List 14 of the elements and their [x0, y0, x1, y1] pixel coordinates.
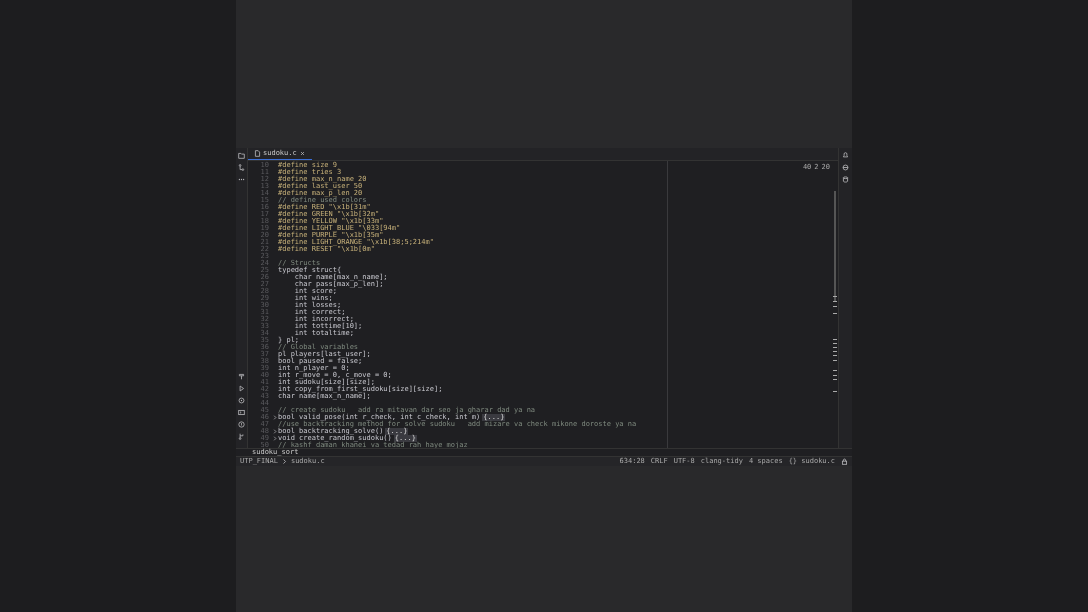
folder-icon[interactable]	[238, 152, 245, 159]
play-icon[interactable]	[238, 385, 245, 392]
lock-icon[interactable]	[841, 458, 848, 465]
file-icon[interactable]	[254, 150, 261, 157]
branch-icon[interactable]	[238, 164, 245, 171]
close-icon[interactable]	[298, 150, 306, 157]
terminal-icon[interactable]	[238, 409, 245, 416]
database-icon[interactable]	[842, 176, 849, 183]
notification-icon[interactable]	[842, 152, 849, 159]
more-icon[interactable]	[238, 176, 245, 183]
alert-icon[interactable]	[238, 421, 245, 428]
globe-icon[interactable]	[842, 164, 849, 171]
git-icon[interactable]	[238, 433, 245, 440]
chevron-icon[interactable]	[280, 458, 288, 465]
